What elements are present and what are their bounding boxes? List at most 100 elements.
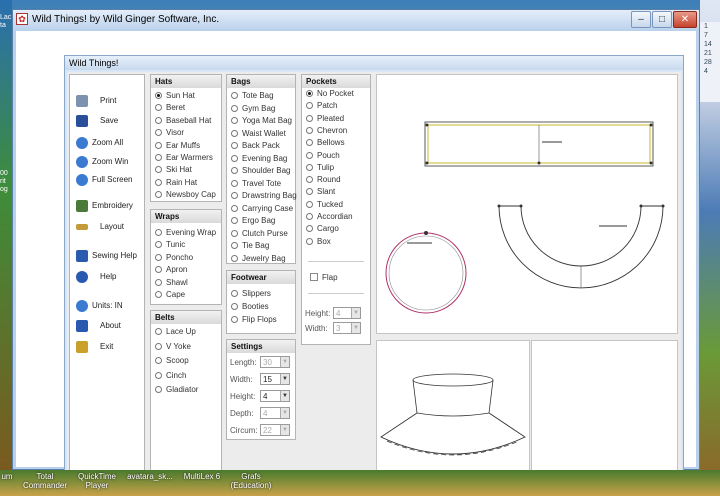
radio-button[interactable] <box>155 291 162 298</box>
flap-checkbox[interactable]: Flap <box>310 273 338 285</box>
bags-option[interactable]: Evening Bag <box>231 154 287 166</box>
radio-button[interactable] <box>306 163 313 171</box>
pockets-option[interactable]: Accordian <box>306 212 353 224</box>
radio-button[interactable] <box>155 266 162 274</box>
hats-option[interactable]: Sun Hat <box>155 91 195 103</box>
hats-option[interactable]: Baseball Hat <box>155 116 211 128</box>
radio-button[interactable] <box>306 237 313 245</box>
settings-field-select[interactable]: 4 ▼ <box>260 390 290 402</box>
radio-button[interactable] <box>155 166 162 174</box>
belts-option[interactable]: Cinch <box>155 371 186 383</box>
bags-option[interactable]: Shoulder Bag <box>231 166 290 178</box>
radio-button[interactable] <box>155 371 162 379</box>
maximize-button[interactable]: □ <box>652 11 672 28</box>
hats-option[interactable]: Newsboy Cap <box>155 190 216 202</box>
radio-button[interactable] <box>231 117 238 124</box>
radio-button[interactable] <box>306 200 313 208</box>
radio-button[interactable] <box>155 278 162 286</box>
footwear-option[interactable]: Flip Flops <box>231 315 277 327</box>
radio-button[interactable] <box>231 129 238 137</box>
hats-option[interactable]: Ski Hat <box>155 165 192 177</box>
pockets-option[interactable]: Patch <box>306 101 337 113</box>
radio-button[interactable] <box>231 142 238 149</box>
title-bar[interactable]: ✿ Wild Things! by Wild Ginger Software, … <box>13 10 699 30</box>
hats-option[interactable]: Visor <box>155 128 184 140</box>
wraps-option[interactable]: Tunic <box>155 240 185 252</box>
bags-option[interactable]: Tote Bag <box>231 91 274 103</box>
wraps-option[interactable]: Evening Wrap <box>155 228 216 240</box>
belts-option[interactable]: Gladiator <box>155 385 198 397</box>
full-screen-button[interactable]: Full Screen <box>70 172 144 188</box>
bags-option[interactable]: Back Pack <box>231 141 280 153</box>
taskbar-item[interactable]: MultiLex 6 <box>180 472 224 481</box>
hats-option[interactable]: Rain Hat <box>155 178 197 190</box>
belts-option[interactable]: V Yoke <box>155 342 191 354</box>
zoom-window-button[interactable]: Zoom Win <box>70 154 144 170</box>
radio-button[interactable] <box>231 192 238 199</box>
units-button[interactable]: Units: IN <box>70 298 144 314</box>
wraps-option[interactable]: Shawl <box>155 278 188 290</box>
radio-button[interactable] <box>155 342 162 350</box>
bags-option[interactable]: Carrying Case <box>231 204 293 216</box>
radio-button[interactable] <box>231 254 238 262</box>
settings-field-select[interactable]: 4 ▼ <box>260 407 290 419</box>
pocket-height-select[interactable]: 4 ▼ <box>333 307 361 319</box>
radio-button[interactable] <box>155 229 162 236</box>
radio-button[interactable] <box>306 114 313 122</box>
taskbar-item[interactable]: QuickTime Player <box>74 472 120 490</box>
radio-button[interactable] <box>306 213 313 220</box>
radio-button[interactable] <box>231 167 238 174</box>
settings-field-select[interactable]: 22 ▼ <box>260 424 290 436</box>
radio-button[interactable] <box>231 316 238 323</box>
radio-button[interactable] <box>306 151 313 159</box>
radio-button[interactable] <box>231 229 238 237</box>
embroidery-button[interactable]: Embroidery <box>70 198 144 214</box>
bags-option[interactable]: Jewelry Bag <box>231 254 286 266</box>
hats-option[interactable]: Beret <box>155 103 185 115</box>
radio-button[interactable] <box>155 154 162 161</box>
settings-field-select[interactable]: 15 ▼ <box>260 373 290 385</box>
pocket-width-select[interactable]: 3 ▼ <box>333 322 361 334</box>
radio-button[interactable] <box>155 386 162 394</box>
pockets-option[interactable]: Pouch <box>306 151 340 163</box>
radio-button[interactable] <box>231 154 238 162</box>
wraps-option[interactable]: Poncho <box>155 253 193 265</box>
bags-option[interactable]: Travel Tote <box>231 179 281 191</box>
pockets-option[interactable]: Chevron <box>306 126 347 138</box>
radio-button[interactable] <box>231 217 238 224</box>
print-button[interactable]: Print <box>70 93 144 109</box>
hats-option[interactable]: Ear Warmers <box>155 153 213 165</box>
radio-button[interactable] <box>155 116 162 124</box>
belts-option[interactable]: Lace Up <box>155 327 196 339</box>
radio-button[interactable] <box>306 188 313 196</box>
zoom-all-button[interactable]: Zoom All <box>70 135 144 151</box>
pockets-option[interactable]: Bellows <box>306 138 345 150</box>
radio-button[interactable] <box>231 290 238 297</box>
radio-button[interactable] <box>231 204 238 212</box>
bags-option[interactable]: Drawstring Bag <box>231 191 297 203</box>
hats-option[interactable]: Ear Muffs <box>155 141 200 153</box>
radio-button[interactable] <box>155 241 162 249</box>
pockets-option[interactable]: Box <box>306 237 331 249</box>
radio-button[interactable] <box>306 102 313 110</box>
exit-button[interactable]: Exit <box>70 339 144 355</box>
about-button[interactable]: About <box>70 318 144 334</box>
radio-button[interactable] <box>155 104 162 112</box>
pockets-option[interactable]: Slant <box>306 187 335 199</box>
save-button[interactable]: Save <box>70 113 144 129</box>
minimize-button[interactable]: – <box>631 11 651 28</box>
bags-option[interactable]: Waist Wallet <box>231 129 286 141</box>
bags-option[interactable]: Ergo Bag <box>231 216 275 228</box>
radio-button[interactable] <box>231 242 238 249</box>
pockets-option[interactable]: Cargo <box>306 224 339 236</box>
radio-button[interactable] <box>231 179 238 187</box>
bags-option[interactable]: Gym Bag <box>231 104 275 116</box>
wraps-option[interactable]: Apron <box>155 265 187 277</box>
footwear-option[interactable]: Slippers <box>231 289 271 301</box>
pockets-option[interactable]: Tulip <box>306 163 334 175</box>
radio-button[interactable] <box>155 357 162 365</box>
taskbar-item[interactable]: avatara_sk... <box>122 472 178 481</box>
bags-option[interactable]: Tie Bag <box>231 241 269 253</box>
taskbar-item[interactable]: Grafs (Education) <box>228 472 274 490</box>
radio-button[interactable] <box>155 129 162 137</box>
